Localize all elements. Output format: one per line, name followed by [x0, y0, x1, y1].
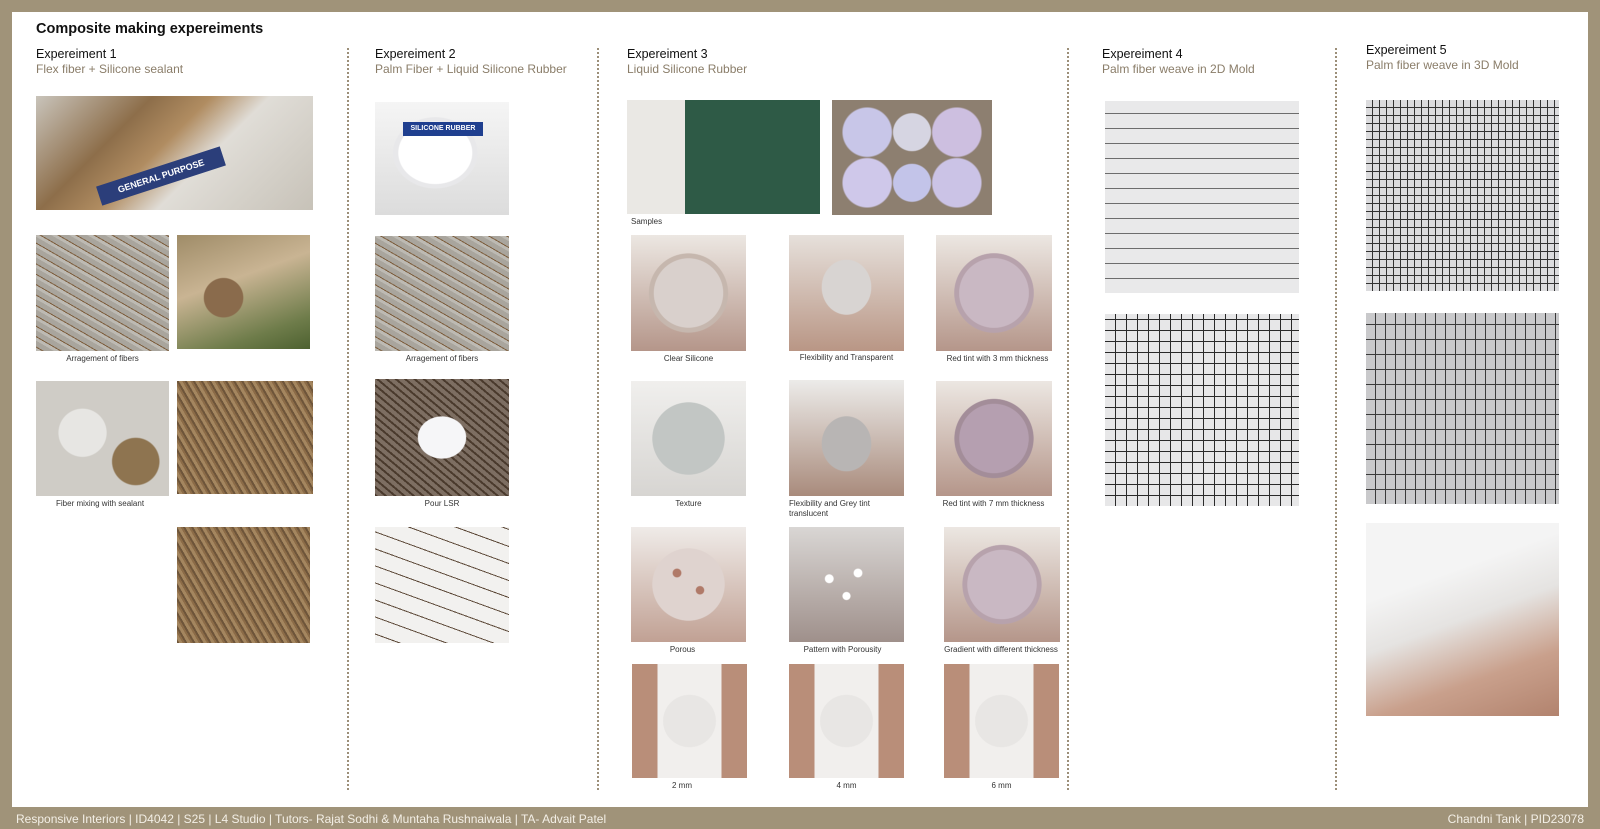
caption-porous: Porous [669, 645, 696, 654]
fiber-and-sealant-photo: GENERAL PURPOSE [36, 96, 313, 210]
experiment-1-subheading: Flex fiber + Silicone sealant [36, 62, 184, 76]
stretch-2mm-photo [632, 664, 747, 778]
caption-red-tint-3mm: Red tint with 3 mm thickness [946, 354, 1049, 363]
sealant-tube: GENERAL PURPOSE [96, 146, 226, 206]
caption-flexibility-transparent: Flexibility and Transparent [799, 353, 894, 362]
weave-2d-grid-photo [1105, 314, 1299, 506]
palm-fiber-arrangement-photo [375, 236, 509, 351]
porous-photo [631, 527, 746, 642]
caption-clear-silicone: Clear Silicone [663, 354, 714, 363]
caption-flexibility-grey-tint: Flexibility and Grey tint translucent [789, 499, 870, 518]
pattern-porousity-photo [789, 527, 904, 642]
flexibility-grey-tint-photo [789, 380, 904, 496]
column-divider [1335, 48, 1337, 790]
caption-pour-lsr: Pour LSR [424, 499, 460, 508]
caption-red-tint-7mm: Red tint with 7 mm thickness [942, 499, 1045, 508]
experiment-5-heading: Expereiment 5 [1366, 43, 1447, 57]
bucket-label: SILICONE RUBBER [403, 122, 483, 136]
column-divider [597, 48, 599, 790]
caption-fiber-mixing: Fiber mixing with sealant [56, 499, 145, 508]
caption-pattern-porousity: Pattern with Porousity [803, 645, 882, 654]
caption-6mm: 6 mm [991, 781, 1012, 790]
experiment-4-heading: Expereiment 4 [1102, 47, 1183, 61]
experiment-5-subheading: Palm fiber weave in 3D Mold [1366, 58, 1519, 72]
page-title: Composite making expereiments [36, 21, 264, 37]
caption-arrangement-2: Arragement of fibers [405, 354, 479, 363]
caption-2mm: 2 mm [672, 781, 692, 790]
column-divider [347, 48, 349, 790]
experiment-3-subheading: Liquid Silicone Rubber [627, 62, 748, 76]
lsr-tools-photo [627, 100, 820, 214]
flexibility-transparent-photo [789, 235, 904, 351]
weave-3d-grid-photo [1366, 313, 1559, 504]
clear-silicone-photo [631, 235, 746, 351]
footer-course-info: Responsive Interiors | ID4042 | S25 | L4… [16, 812, 607, 826]
experiment-4-subheading: Palm fiber weave in 2D Mold [1102, 62, 1255, 76]
fiber-in-hand-photo [177, 235, 310, 349]
weave-2d-mold-photo [1105, 101, 1299, 293]
experiment-2-subheading: Palm Fiber + Liquid Silicone Rubber [375, 62, 567, 76]
experiment-3-heading: Expereiment 3 [627, 47, 708, 61]
red-tint-7mm-photo [936, 381, 1052, 496]
pour-lsr-photo [375, 379, 509, 496]
fiber-mixing-photo [36, 381, 169, 496]
caption-texture: Texture [675, 499, 702, 508]
weave-3d-mold-photo [1366, 100, 1559, 291]
experiment-2-heading: Expereiment 2 [375, 47, 456, 61]
column-divider [1067, 48, 1069, 790]
weave-3d-drape-photo [1366, 523, 1559, 716]
caption-samples: Samples [631, 217, 663, 226]
texture-photo [631, 381, 746, 496]
samples-tray-photo [832, 100, 992, 215]
caption-4mm: 4 mm [836, 781, 857, 790]
cured-lsr-sample-photo [375, 527, 509, 643]
caption-gradient-thickness: Gradient with different thickness [944, 645, 1058, 654]
fiber-arrangement-mold-photo [36, 235, 169, 351]
caption-arrangement: Arragement of fibers [66, 354, 139, 363]
footer-author: Chandni Tank | PID23078 [1447, 812, 1584, 826]
gradient-thickness-photo [944, 527, 1060, 642]
experiment-1-heading: Expereiment 1 [36, 47, 117, 61]
lsr-bucket-photo: SILICONE RUBBER [375, 102, 509, 215]
stretch-4mm-photo [789, 664, 904, 778]
composite-outdoor-photo [177, 527, 310, 643]
composite-sample-photo [177, 381, 313, 494]
red-tint-3mm-photo [936, 235, 1052, 351]
stretch-6mm-photo [944, 664, 1059, 778]
